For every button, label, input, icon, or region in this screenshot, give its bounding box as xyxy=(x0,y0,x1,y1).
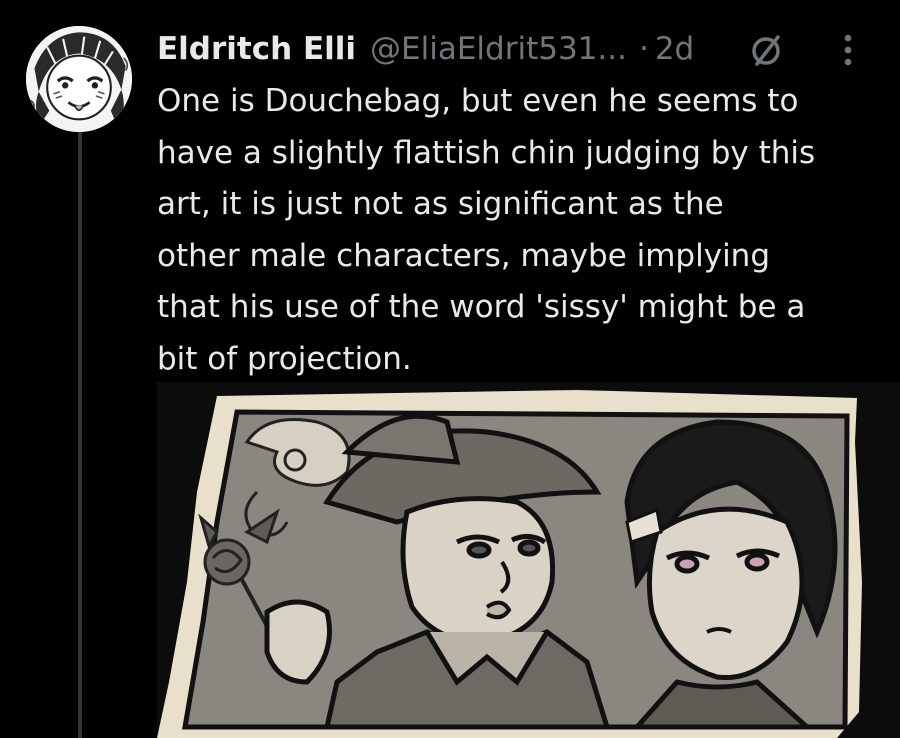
tweet-text: One is Douchebag, but even he seems to h… xyxy=(157,83,816,377)
avatar-drawing-icon xyxy=(26,26,132,132)
tweet-media[interactable] xyxy=(157,382,900,738)
author-avatar[interactable] xyxy=(26,26,132,132)
slashed-circle-icon xyxy=(752,35,780,66)
tweet-header: Eldritch Elli @EliaEldrit531... · 2d xyxy=(157,24,694,74)
header-separator: · xyxy=(638,31,649,67)
more-vertical-icon[interactable] xyxy=(836,30,860,70)
author-handle[interactable]: @EliaEldrit531... xyxy=(370,24,627,74)
comic-panel-illustration xyxy=(157,390,862,738)
tweet-timestamp[interactable]: 2d xyxy=(655,24,694,74)
author-display-name[interactable]: Eldritch Elli xyxy=(157,24,356,74)
thread-line xyxy=(78,128,82,738)
